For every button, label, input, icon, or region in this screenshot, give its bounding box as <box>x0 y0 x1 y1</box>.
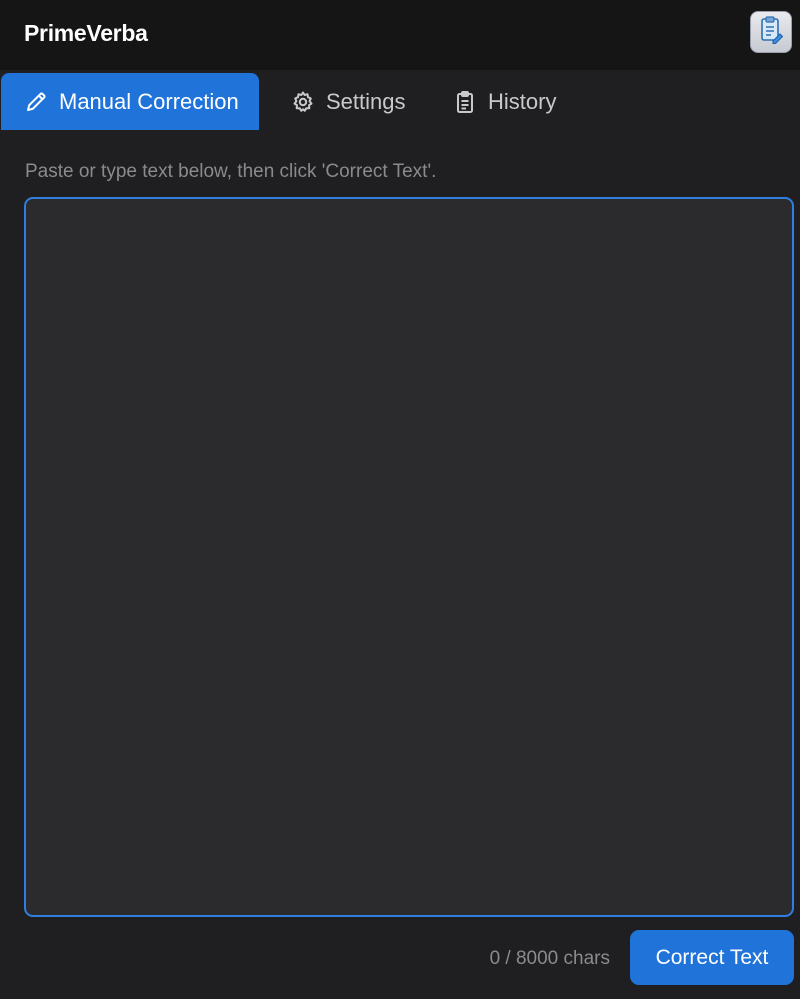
app-title: PrimeVerba <box>24 20 148 46</box>
text-input-area[interactable] <box>24 197 794 917</box>
tab-bar: Manual Correction Settings History <box>0 70 800 130</box>
tab-label: History <box>488 88 557 114</box>
app-header: PrimeVerba <box>0 0 800 70</box>
pencil-icon <box>23 89 49 115</box>
instruction-text: Paste or type text below, then click 'Co… <box>25 161 437 182</box>
tab-label: Manual Correction <box>59 88 239 114</box>
tab-manual-correction[interactable]: Manual Correction <box>1 73 259 130</box>
correct-text-button[interactable]: Correct Text <box>630 930 794 985</box>
gear-icon <box>290 89 316 115</box>
app-window: PrimeVerba Manual Correction Settings Hi… <box>0 0 800 999</box>
tab-history[interactable]: History <box>452 73 556 130</box>
tab-label: Settings <box>326 88 406 114</box>
clipboard-button[interactable] <box>750 11 792 53</box>
clipboard-icon <box>758 15 784 49</box>
char-counter: 0 / 8000 chars <box>489 948 610 969</box>
tab-settings[interactable]: Settings <box>290 73 406 130</box>
clipboard-list-icon <box>452 89 478 115</box>
